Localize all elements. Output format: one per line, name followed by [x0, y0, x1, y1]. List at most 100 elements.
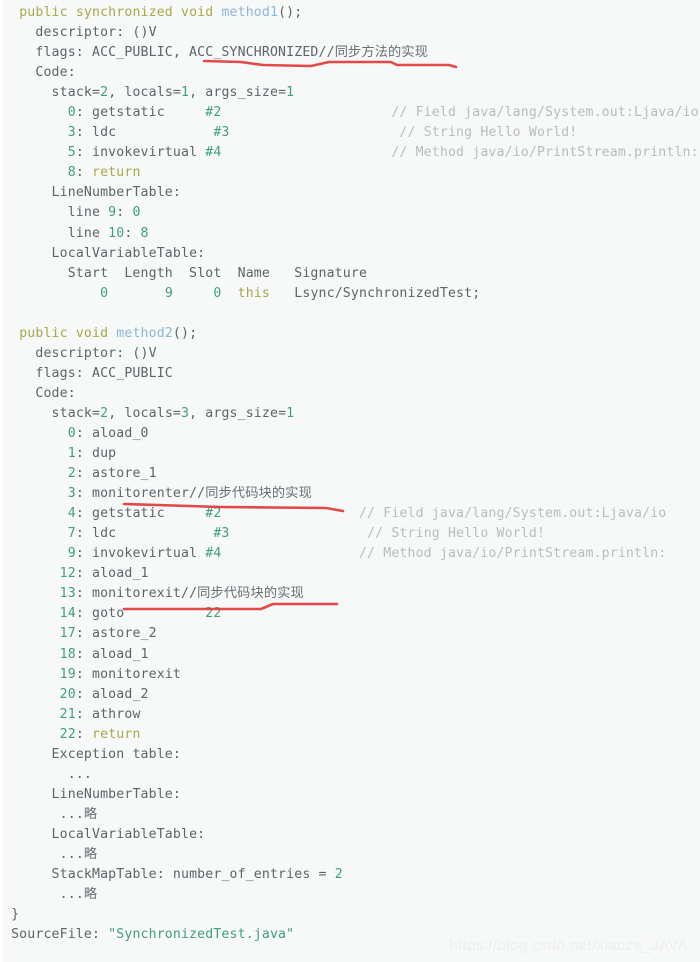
code-line: ...略 — [3, 845, 700, 865]
code-line: Code: — [3, 384, 700, 404]
code-token: method1 — [221, 5, 279, 20]
code-line: 3: monitorenter//同步代码块的实现 — [3, 484, 700, 504]
code-token: 1 — [181, 85, 190, 101]
code-token: descriptor: ()V — [35, 345, 157, 361]
code-line: 13: monitorexit//同步代码块的实现 — [3, 584, 700, 604]
code-line: 9: invokevirtual #4 // Method java/io/Pr… — [3, 544, 700, 564]
code-token: , args_size= — [189, 85, 287, 101]
code-token: , locals= — [108, 85, 181, 101]
code-line: line 9: 0 — [3, 203, 700, 223]
code-token: : — [75, 726, 93, 742]
code-token: public synchronized void — [19, 5, 222, 20]
code-line: ... — [3, 765, 700, 785]
code-line: 18: aload_1 — [3, 645, 700, 665]
code-token: 2 — [67, 466, 76, 482]
code-token: this — [237, 285, 270, 301]
code-line: 0 9 0 this Lsync/SynchronizedTest; — [3, 284, 700, 304]
code-line: LineNumberTable: — [3, 183, 700, 203]
code-token: line — [67, 225, 109, 241]
code-token: : monitorexit — [75, 666, 181, 682]
code-token: 20 — [59, 686, 76, 702]
code-output-panel: public synchronized void method1 (); desc… — [0, 0, 700, 962]
code-line: LocalVariableTable: — [3, 244, 700, 264]
code-token: Lsync/SynchronizedTest; — [270, 285, 481, 301]
code-token: 14 — [59, 606, 76, 622]
code-token: (); — [172, 325, 198, 341]
code-token: 同步代码块的实现 — [197, 586, 304, 602]
code-token: 2 — [100, 405, 109, 421]
code-line: 7: ldc #3 // String Hello World! — [3, 524, 700, 544]
code-token: 3 — [181, 405, 190, 421]
code-token: Start Length Slot Name Signature — [67, 265, 368, 281]
code-token: : invokevirtual — [75, 145, 206, 161]
code-token: method2 — [116, 325, 173, 341]
code-token: // String Hello World! — [399, 125, 578, 141]
code-token: 10 — [108, 225, 125, 241]
code-token: ... — [59, 887, 84, 903]
code-line: 22: return — [3, 725, 700, 745]
code-token: : ldc — [75, 125, 214, 141]
code-token: : monitorenter// — [75, 486, 206, 502]
code-token: 略 — [83, 846, 98, 862]
code-token: // Method java/io/PrintStream.println: — [391, 145, 699, 161]
code-token: 12 — [59, 566, 76, 582]
code-token: flags: ACC_PUBLIC, ACC_SYNCHRONIZED// — [35, 45, 335, 61]
code-token: StackMapTable: number_of_entries = — [51, 867, 335, 883]
code-line: public void method2(); — [3, 324, 700, 344]
code-token: 8 — [140, 225, 149, 241]
code-line: 8: return — [3, 163, 700, 183]
code-token: 4 — [67, 506, 76, 522]
code-token: : aload_0 — [75, 425, 149, 441]
code-line: 4: getstatic #2 // Field java/lang/Syste… — [3, 504, 700, 524]
code-token: Exception table: — [51, 746, 181, 762]
code-token: Code: — [35, 385, 76, 401]
code-token: 19 — [59, 666, 76, 682]
code-token: 0 — [67, 105, 76, 121]
code-token: : invokevirtual — [75, 546, 206, 562]
code-token: : goto — [75, 606, 206, 622]
code-token: descriptor: ()V — [35, 25, 157, 41]
code-token: return — [92, 726, 141, 742]
code-line: Code: — [3, 63, 700, 83]
code-line: 2: astore_1 — [3, 464, 700, 484]
bytecode-listing: public synchronized void method1 (); desc… — [3, 0, 700, 945]
code-token: Code: — [35, 65, 76, 81]
code-token: public void — [19, 325, 117, 341]
code-token: 1 — [286, 405, 295, 421]
code-line: flags: ACC_PUBLIC — [3, 364, 700, 384]
code-token: 0 — [132, 205, 141, 221]
code-line: 14: goto 22 — [3, 604, 700, 624]
code-token: // Method java/io/PrintStream.println: — [358, 546, 667, 562]
code-line: StackMapTable: number_of_entries = 2 — [3, 865, 700, 885]
code-token: #4 — [205, 145, 222, 161]
code-token: : — [116, 205, 133, 221]
code-line: 19: monitorexit — [3, 665, 700, 685]
code-token: 略 — [83, 806, 98, 822]
code-token: , locals= — [108, 405, 181, 421]
code-token: 2 — [334, 867, 343, 883]
code-token: ... — [59, 806, 84, 822]
code-token: : getstatic — [75, 506, 206, 522]
code-token: // Field java/lang/System.out:Ljava/io — [391, 105, 699, 121]
code-token: 9 — [164, 285, 173, 301]
code-token: #2 — [205, 506, 222, 522]
code-token: LocalVariableTable: — [51, 826, 206, 842]
code-line: Exception table: — [3, 745, 700, 765]
code-token: 3 — [67, 486, 76, 502]
code-line: descriptor: ()V — [3, 344, 700, 364]
code-line: flags: ACC_PUBLIC, ACC_SYNCHRONIZED//同步方… — [3, 43, 700, 63]
code-line: stack=2, locals=1, args_size=1 — [3, 83, 700, 103]
code-token: ... — [67, 766, 92, 782]
code-line: line 10: 8 — [3, 224, 700, 244]
code-token: LineNumberTable: — [51, 185, 181, 201]
